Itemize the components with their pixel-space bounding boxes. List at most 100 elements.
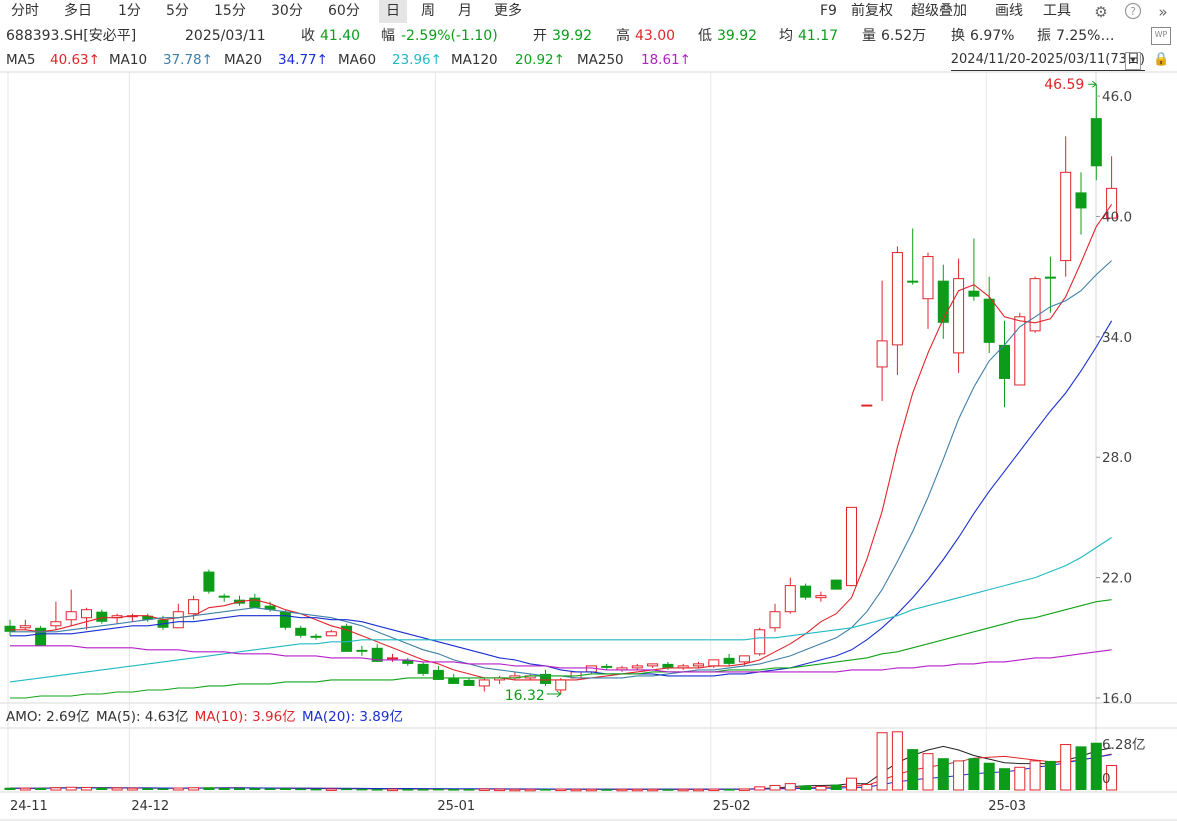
volume-bar	[81, 786, 92, 791]
volume-bar	[417, 789, 429, 791]
candle-body	[371, 647, 383, 662]
ma10-value: 37.78↑	[163, 52, 213, 68]
candle-body	[341, 625, 353, 652]
candle-body	[769, 611, 781, 629]
volume-bar	[126, 787, 138, 791]
volume-bar	[478, 788, 490, 791]
expand-icon[interactable]: »	[1153, 2, 1173, 22]
volume-bar	[249, 788, 261, 790]
volume-bar	[295, 788, 307, 791]
volume-bar	[937, 758, 949, 790]
candle-body	[601, 665, 613, 668]
volume-bar	[968, 758, 980, 790]
volume-ma-line	[10, 753, 1112, 790]
date-tick-label: 25-01	[437, 799, 475, 814]
candle-body	[65, 611, 77, 621]
volume-bar	[662, 789, 674, 791]
ma60-value: 23.96↑	[392, 52, 442, 68]
max-marker-arrow	[1092, 80, 1097, 88]
volume-bar	[631, 788, 643, 792]
volume-bar	[371, 789, 383, 791]
tab-15min[interactable]: 15分	[207, 0, 253, 23]
chevron-down-icon[interactable]: ▾	[1125, 52, 1141, 70]
volume-bar	[387, 788, 398, 792]
min-price-label: 16.32	[505, 688, 545, 704]
volume-bar	[907, 749, 919, 790]
volume-bar	[494, 788, 506, 792]
candle-body	[188, 599, 200, 615]
volume-bar	[509, 788, 521, 792]
volume-bar	[279, 788, 291, 790]
gear-icon[interactable]: ⚙	[1091, 2, 1111, 22]
candle-body	[891, 252, 903, 346]
volume-bar	[4, 787, 16, 790]
draw-button[interactable]: 画线	[995, 0, 1023, 23]
volume-bars	[4, 731, 1118, 792]
volume-bar	[540, 789, 551, 791]
candle-body	[234, 599, 245, 604]
volume-bar	[570, 788, 582, 792]
open-label: 开	[533, 28, 547, 44]
ma120-label: MA120	[451, 52, 498, 68]
help-icon[interactable]: ?	[1123, 2, 1143, 22]
ma-line-ma250	[10, 645, 1112, 673]
candle-body	[387, 657, 398, 660]
candle-body	[754, 629, 766, 655]
volume-ma-line	[10, 745, 1112, 790]
volume-bar	[172, 787, 184, 791]
volume-bar	[19, 787, 31, 791]
candle-body	[968, 290, 980, 297]
overlay-button[interactable]: 超级叠加	[911, 0, 967, 23]
volume-ma-lines	[10, 745, 1112, 790]
volume-bar	[356, 788, 368, 791]
f9-button[interactable]: F9	[820, 0, 837, 23]
volume-bar	[815, 785, 827, 791]
ma10-label: MA10	[109, 52, 148, 68]
tools-button[interactable]: 工具	[1043, 0, 1071, 23]
candle-body	[723, 657, 735, 664]
amo-ma10: MA(10): 3.96亿	[194, 709, 296, 725]
tab-5min[interactable]: 5分	[159, 0, 196, 23]
volume-bar	[65, 786, 77, 791]
ma-line-ma5	[10, 204, 1113, 681]
tab-more[interactable]: 更多	[487, 0, 529, 23]
candle-body	[1106, 187, 1118, 219]
wp-badge-icon[interactable]: WP	[1151, 27, 1171, 45]
candle-body	[325, 631, 337, 637]
price-tick-label: 40.0	[1102, 209, 1132, 225]
high-label: 高	[616, 28, 630, 44]
tab-monthly[interactable]: 月	[451, 0, 479, 23]
tab-30min[interactable]: 30分	[264, 0, 310, 23]
tab-1min[interactable]: 1分	[111, 0, 148, 23]
lock-icon[interactable]: 🔒	[1153, 52, 1169, 68]
adjust-button[interactable]: 前复权	[851, 0, 893, 23]
tab-60min[interactable]: 60分	[321, 0, 367, 23]
volume-bar	[708, 788, 720, 792]
candle-body	[50, 621, 62, 627]
candle-body	[1090, 118, 1102, 167]
ma-line-ma10	[10, 260, 1112, 679]
min-marker-arrow	[556, 690, 562, 698]
kline-chart[interactable]: 24-11 24-12 25-01 25-02 25-03 46.0 40.0 34.0 28.…	[0, 0, 1177, 821]
candle-body	[631, 665, 643, 669]
candle-body	[922, 256, 934, 300]
tab-daily[interactable]: 日	[379, 0, 407, 23]
candle-body	[19, 625, 31, 629]
candle-body	[279, 611, 291, 628]
candle-body	[249, 597, 261, 608]
tab-weekly[interactable]: 周	[414, 0, 442, 23]
volume-bar	[585, 788, 597, 792]
volume-bar	[310, 788, 322, 791]
candle-body	[585, 665, 597, 673]
date-range-selector[interactable]: 2024/11/20-2025/03/11(73日)	[950, 49, 1145, 71]
tab-multiday[interactable]: 多日	[57, 0, 99, 23]
volume-bar	[1106, 765, 1118, 791]
date-tick-label: 25-02	[713, 799, 751, 814]
candle-body	[937, 280, 949, 323]
volume-bar	[647, 788, 659, 792]
volume-bar	[555, 788, 567, 792]
volume-bar	[96, 787, 108, 790]
tab-intraday[interactable]: 分时	[4, 0, 46, 23]
ma5-value: 40.63↑	[50, 52, 100, 68]
candle-body	[830, 579, 842, 590]
